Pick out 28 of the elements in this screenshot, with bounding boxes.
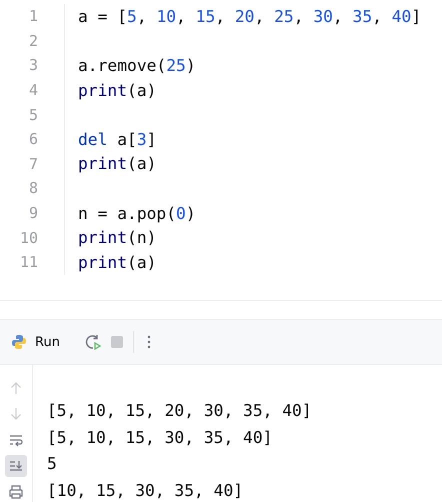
- code-line: print(a): [78, 252, 156, 272]
- python-icon: [11, 334, 27, 350]
- line-number: 11: [0, 250, 65, 275]
- line-number: 9: [0, 200, 65, 226]
- line-number: 3: [0, 53, 65, 78]
- code-line: a = [5, 10, 15, 20, 25, 30, 35, 40]: [78, 6, 422, 26]
- line-number: 8: [0, 176, 65, 201]
- code-line: a.remove(25): [78, 56, 196, 75]
- line-number: 4: [0, 78, 65, 102]
- output-line: 5: [47, 453, 58, 476]
- code-line: del a[3]: [78, 130, 156, 149]
- code-line: print(a): [78, 154, 156, 174]
- line-number: 7: [0, 152, 65, 176]
- output-line: [5, 10, 15, 20, 30, 35, 40]: [47, 400, 312, 422]
- code-line: print(n): [78, 228, 156, 248]
- line-number: 5: [0, 102, 65, 127]
- line-number: 10: [0, 225, 65, 250]
- scroll-to-end-icon[interactable]: [5, 455, 27, 477]
- code-line: n = a.pop(0): [78, 204, 196, 223]
- line-number: 2: [0, 28, 65, 54]
- panel-title[interactable]: Run: [35, 334, 60, 350]
- line-number: 6: [0, 126, 65, 152]
- line-number: 1: [0, 4, 65, 29]
- output-line: [5, 10, 15, 30, 35, 40]: [47, 426, 274, 449]
- code-line: print(a): [78, 80, 156, 100]
- more-icon[interactable]: [146, 335, 151, 349]
- output-line: [10, 15, 30, 35, 40]: [47, 480, 244, 502]
- rerun-icon[interactable]: [84, 333, 102, 351]
